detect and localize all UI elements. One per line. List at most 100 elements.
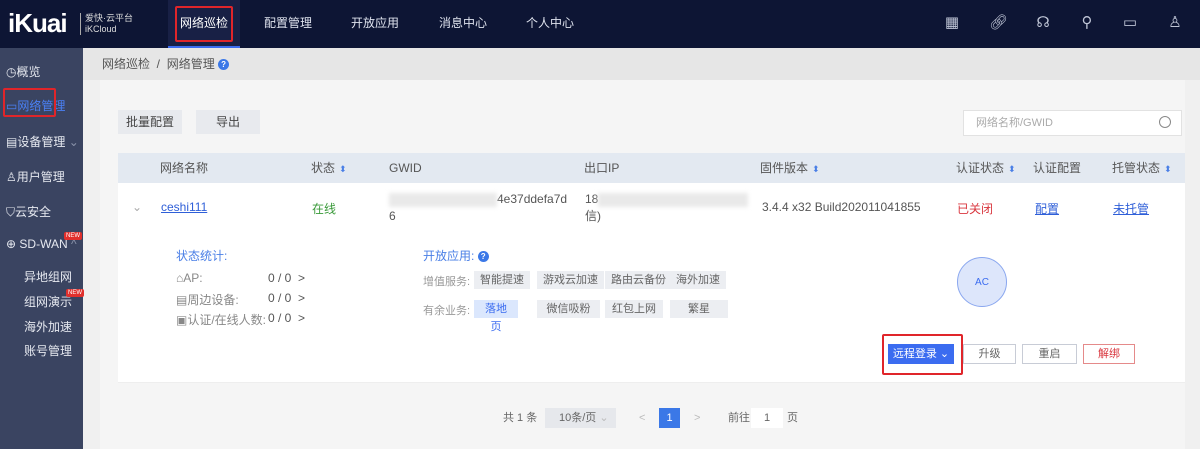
upgrade-button[interactable]: 升级: [963, 344, 1016, 364]
col-gwid: GWID: [389, 161, 422, 175]
device-icon: ▤: [6, 135, 18, 149]
new-badge: NEW: [66, 289, 84, 297]
label: 用户管理: [16, 170, 65, 184]
arrow-icon[interactable]: >: [298, 271, 305, 285]
sort-icon[interactable]: ⬍: [1164, 164, 1172, 174]
sidebar-sub-remote-network[interactable]: 异地组网: [24, 268, 72, 285]
nav-messages[interactable]: 消息中心: [433, 0, 493, 48]
page-size-select[interactable]: 10条/页 ⌄: [545, 408, 616, 428]
highlight-box: [3, 88, 56, 117]
stat-ap-value[interactable]: 0 / 0 >: [268, 271, 305, 285]
chevron-down-icon: ⌄: [68, 135, 79, 149]
highlight-box: [175, 6, 233, 42]
value: 0 / 0: [268, 311, 292, 325]
stat-ap: ⌂AP:: [176, 271, 203, 285]
app-tag[interactable]: 游戏云加速: [537, 271, 604, 289]
stat-auth-value[interactable]: 0 / 0 >: [268, 311, 305, 325]
help-icon[interactable]: ?: [477, 251, 489, 263]
ac-cloud-icon: AC: [957, 257, 1007, 307]
message-icon[interactable]: ▭: [1121, 14, 1139, 32]
page-1-button[interactable]: 1: [659, 408, 680, 428]
sidebar-item-users[interactable]: ♙用户管理: [6, 168, 65, 185]
ip-part: 18: [585, 192, 599, 206]
sort-icon[interactable]: ⬍: [1008, 164, 1016, 174]
unbind-button[interactable]: 解绑: [1083, 344, 1135, 364]
nav-personal[interactable]: 个人中心: [520, 0, 580, 48]
sidebar-sub-overseas[interactable]: 海外加速: [24, 318, 72, 335]
app-tag[interactable]: 智能提速: [474, 271, 530, 289]
goto-page-input[interactable]: 1: [751, 408, 783, 428]
gwid-part: 6: [389, 209, 396, 223]
sidebar-item-devices[interactable]: ▤设备管理 ⌄: [6, 133, 79, 150]
app-tag-active[interactable]: 落地页: [474, 300, 518, 333]
stat-auth: ▣认证/在线人数:: [176, 311, 266, 328]
search-input[interactable]: 网络名称/GWID: [963, 110, 1182, 136]
search-placeholder: 网络名称/GWID: [976, 117, 1053, 129]
col-firmware[interactable]: 固件版本 ⬍: [760, 153, 820, 184]
network-name-link[interactable]: ceshi111: [161, 200, 207, 214]
expand-chevron-icon[interactable]: ⌄: [132, 200, 142, 214]
page-suffix: 页: [787, 412, 798, 424]
device-icon: ▤: [176, 293, 188, 307]
status-online: 在线: [312, 202, 337, 216]
app-tag[interactable]: 海外加速: [670, 271, 726, 289]
sort-icon[interactable]: ⬍: [812, 164, 820, 174]
firmware-version: 3.4.4 x32 Build202011041855: [762, 200, 921, 214]
sidebar-item-security[interactable]: ⛉云安全: [6, 203, 51, 220]
nav-config[interactable]: 配置管理: [258, 0, 318, 48]
stat-peripheral-value[interactable]: 0 / 0 >: [268, 291, 305, 305]
value: 0 / 0: [268, 291, 292, 305]
app-tag[interactable]: 繁星: [670, 300, 728, 318]
breadcrumb-current: 网络管理: [166, 57, 215, 71]
apps-title: 开放应用: ?: [423, 247, 489, 264]
arrow-icon[interactable]: >: [298, 311, 305, 325]
label: 认证状态: [956, 161, 1005, 175]
exit-ip: 18 信): [585, 191, 749, 225]
sidebar-item-overview[interactable]: ◷概览: [6, 63, 41, 80]
headset-icon[interactable]: ☊: [1034, 14, 1052, 32]
value-added-label: 增值服务:: [423, 276, 471, 288]
app-tag[interactable]: 微信吸粉: [537, 300, 600, 318]
auth-icon: ▣: [176, 313, 188, 327]
clock-icon: ◷: [6, 65, 17, 79]
tool-icon[interactable]: ⚲: [1078, 14, 1096, 32]
brand-en: iKCloud: [85, 24, 117, 34]
breadcrumb-parent[interactable]: 网络巡检: [102, 57, 150, 71]
goto-label: 前往: [728, 412, 750, 424]
table-header: 网络名称 状态 ⬍ GWID 出口IP 固件版本 ⬍ 认证状态 ⬍ 认证配置 托管状态…: [118, 153, 1185, 183]
value: 0 / 0: [268, 271, 292, 285]
col-hosting[interactable]: 托管状态 ⬍: [1112, 153, 1172, 184]
next-page-button[interactable]: >: [694, 408, 700, 428]
help-icon[interactable]: ?: [218, 59, 230, 71]
arrow-icon[interactable]: >: [298, 291, 305, 305]
link-icon[interactable]: 🔗︎: [989, 14, 1008, 32]
shield-icon: ⛉: [6, 205, 16, 219]
label: 设备管理: [17, 135, 66, 149]
col-auth-status[interactable]: 认证状态 ⬍: [956, 153, 1016, 184]
gwid-part: 4e37ddefa7d: [497, 192, 568, 206]
prev-page-button[interactable]: <: [639, 408, 645, 428]
breadcrumb: 网络巡检 / 网络管理 ?: [83, 48, 1200, 80]
reboot-button[interactable]: 重启: [1022, 344, 1077, 364]
hosting-link[interactable]: 未托管: [1113, 200, 1149, 217]
auth-config-link[interactable]: 配置: [1035, 200, 1059, 217]
value: 10条/页: [559, 412, 597, 424]
app-tag[interactable]: 路由云备份: [605, 271, 672, 289]
sort-icon[interactable]: ⬍: [339, 164, 347, 174]
col-status[interactable]: 状态 ⬍: [311, 153, 347, 184]
app-tag[interactable]: 红包上网: [605, 300, 663, 318]
apps-icon[interactable]: ▦: [943, 14, 961, 32]
user-settings-icon[interactable]: ♙: [1166, 14, 1184, 32]
sidebar-sub-demo[interactable]: 组网演示: [24, 293, 72, 310]
col-name: 网络名称: [160, 161, 209, 175]
label: 周边设备:: [187, 293, 239, 307]
search-icon[interactable]: [1159, 116, 1171, 128]
sidebar-sub-accounts[interactable]: 账号管理: [24, 342, 72, 359]
surplus-label: 有余业务:: [423, 305, 471, 317]
label: AP:: [183, 271, 203, 285]
batch-config-button[interactable]: 批量配置: [118, 110, 182, 134]
nav-open-apps[interactable]: 开放应用: [345, 0, 405, 48]
logo-subtitle: 爱快·云平台 iKCloud: [80, 13, 133, 35]
col-auth-config: 认证配置: [1033, 161, 1082, 175]
export-button[interactable]: 导出: [196, 110, 260, 134]
